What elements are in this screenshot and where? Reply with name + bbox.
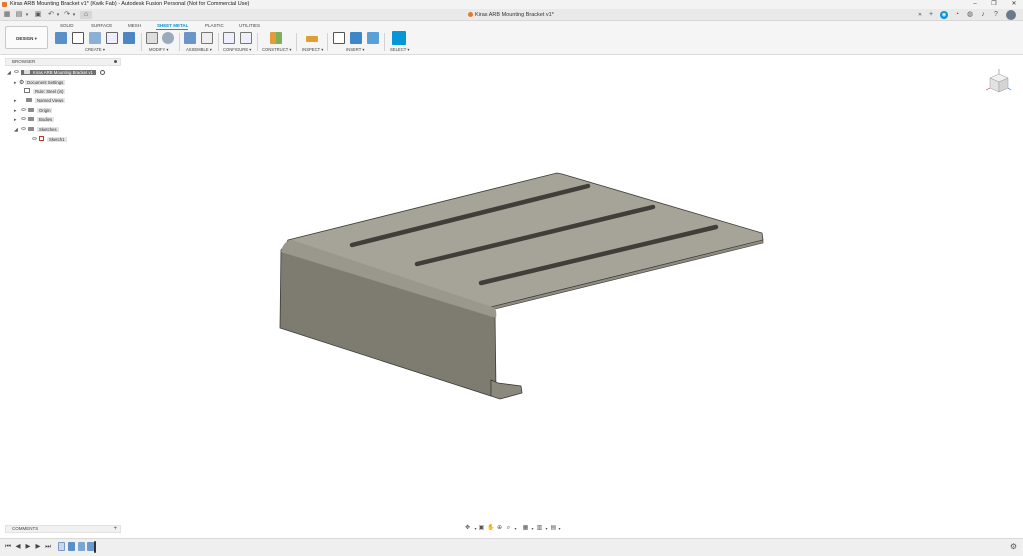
folder-icon: [28, 117, 34, 121]
go-to-start-icon[interactable]: ⏮: [4, 543, 12, 551]
browser-item-sketch1[interactable]: Sketch1: [30, 136, 67, 144]
pin-icon[interactable]: [114, 60, 117, 63]
look-at-icon[interactable]: ▣: [478, 525, 485, 532]
browser-item-named-views[interactable]: ▸ Named Views: [14, 97, 66, 105]
zoom-window-icon[interactable]: ⌕: [505, 525, 512, 532]
visibility-eye-icon[interactable]: [21, 108, 26, 111]
expand-arrow-icon[interactable]: ▸: [14, 97, 19, 105]
visibility-eye-icon[interactable]: [21, 117, 26, 120]
folder-icon: [26, 98, 32, 102]
timeline-feature-flange[interactable]: [68, 542, 75, 551]
zoom-icon[interactable]: ⊕: [496, 525, 503, 532]
timeline-bar: ⏮ ◀ ▶ ▶ ⏭ ⚙: [0, 538, 1023, 556]
gear-icon[interactable]: ⚙: [1010, 542, 1017, 551]
browser-item-document-settings[interactable]: ▸ ⚙ Document Settings: [14, 79, 66, 87]
collapse-arrow-icon[interactable]: ◢: [14, 126, 19, 134]
comments-panel-header[interactable]: COMMENTS +: [5, 525, 121, 533]
browser-title: BROWSER: [12, 59, 36, 64]
orbit-icon[interactable]: ✥: [464, 525, 471, 532]
browser-item-label: Document Settings: [25, 80, 66, 85]
navigation-bar: ✥ ▾ ▣ ✋ ⊕ ⌕ ▾ ▦ ▾ ▥ ▾ ▤ ▾: [464, 524, 563, 533]
grid-dropdown-chevron-icon[interactable]: ▾: [543, 525, 550, 532]
expand-arrow-icon[interactable]: ▸: [14, 107, 19, 115]
browser-root-label: Kiras ARB Mounting Bracket v1: [33, 70, 93, 75]
display-dropdown-chevron-icon[interactable]: ▾: [529, 525, 536, 532]
visibility-eye-icon[interactable]: [14, 70, 19, 73]
expand-arrow-icon[interactable]: ▸: [14, 116, 19, 124]
browser-item-rule[interactable]: Rule: Steel (in): [24, 88, 66, 96]
browser-item-sketches[interactable]: ◢ Sketches: [14, 126, 59, 134]
browser-root-item[interactable]: ◢ Kiras ARB Mounting Bracket v1: [7, 69, 106, 77]
play-icon[interactable]: ▶: [24, 543, 32, 551]
browser-item-label: Bodies: [37, 117, 55, 122]
zoom-dropdown-chevron-icon[interactable]: ▾: [512, 525, 519, 532]
folder-icon: [28, 127, 34, 131]
step-forward-icon[interactable]: ▶: [34, 543, 42, 551]
timeline-marker[interactable]: [94, 541, 96, 553]
browser-item-label: Origin: [37, 108, 53, 113]
timeline-feature-flange[interactable]: [78, 542, 85, 551]
browser-item-label: Rule: Steel (in): [33, 89, 66, 94]
comments-title: COMMENTS: [12, 526, 39, 531]
collapse-arrow-icon[interactable]: ◢: [7, 69, 12, 77]
browser-item-label: Sketches: [37, 127, 59, 132]
viewcube[interactable]: [984, 68, 1012, 96]
rule-icon: [24, 88, 30, 93]
component-icon: [24, 70, 30, 74]
step-back-icon[interactable]: ◀: [14, 543, 22, 551]
go-to-end-icon[interactable]: ⏭: [44, 543, 52, 551]
sketch-icon: [39, 136, 44, 141]
browser-item-label: Named Views: [35, 98, 66, 103]
folder-icon: [28, 108, 34, 112]
display-settings-icon[interactable]: ▦: [522, 525, 529, 532]
browser-item-bodies[interactable]: ▸ Bodies: [14, 116, 55, 124]
model-viewport[interactable]: [0, 0, 1023, 556]
grid-settings-icon[interactable]: ▥: [536, 525, 543, 532]
activate-radio-icon[interactable]: [100, 70, 106, 75]
browser-item-origin[interactable]: ▸ Origin: [14, 107, 53, 115]
visibility-eye-icon[interactable]: [32, 137, 37, 140]
bracket-bottom-flange[interactable]: [490, 379, 523, 400]
browser-item-label: Sketch1: [47, 137, 67, 142]
pan-icon[interactable]: ✋: [487, 525, 494, 532]
timeline-feature-cut[interactable]: [87, 542, 94, 551]
timeline-feature-sketch[interactable]: [58, 542, 65, 551]
browser-panel-header[interactable]: BROWSER: [5, 58, 121, 66]
viewports-dropdown-chevron-icon[interactable]: ▾: [556, 525, 563, 532]
visibility-eye-icon[interactable]: [21, 127, 26, 130]
add-comment-icon[interactable]: +: [113, 526, 117, 532]
